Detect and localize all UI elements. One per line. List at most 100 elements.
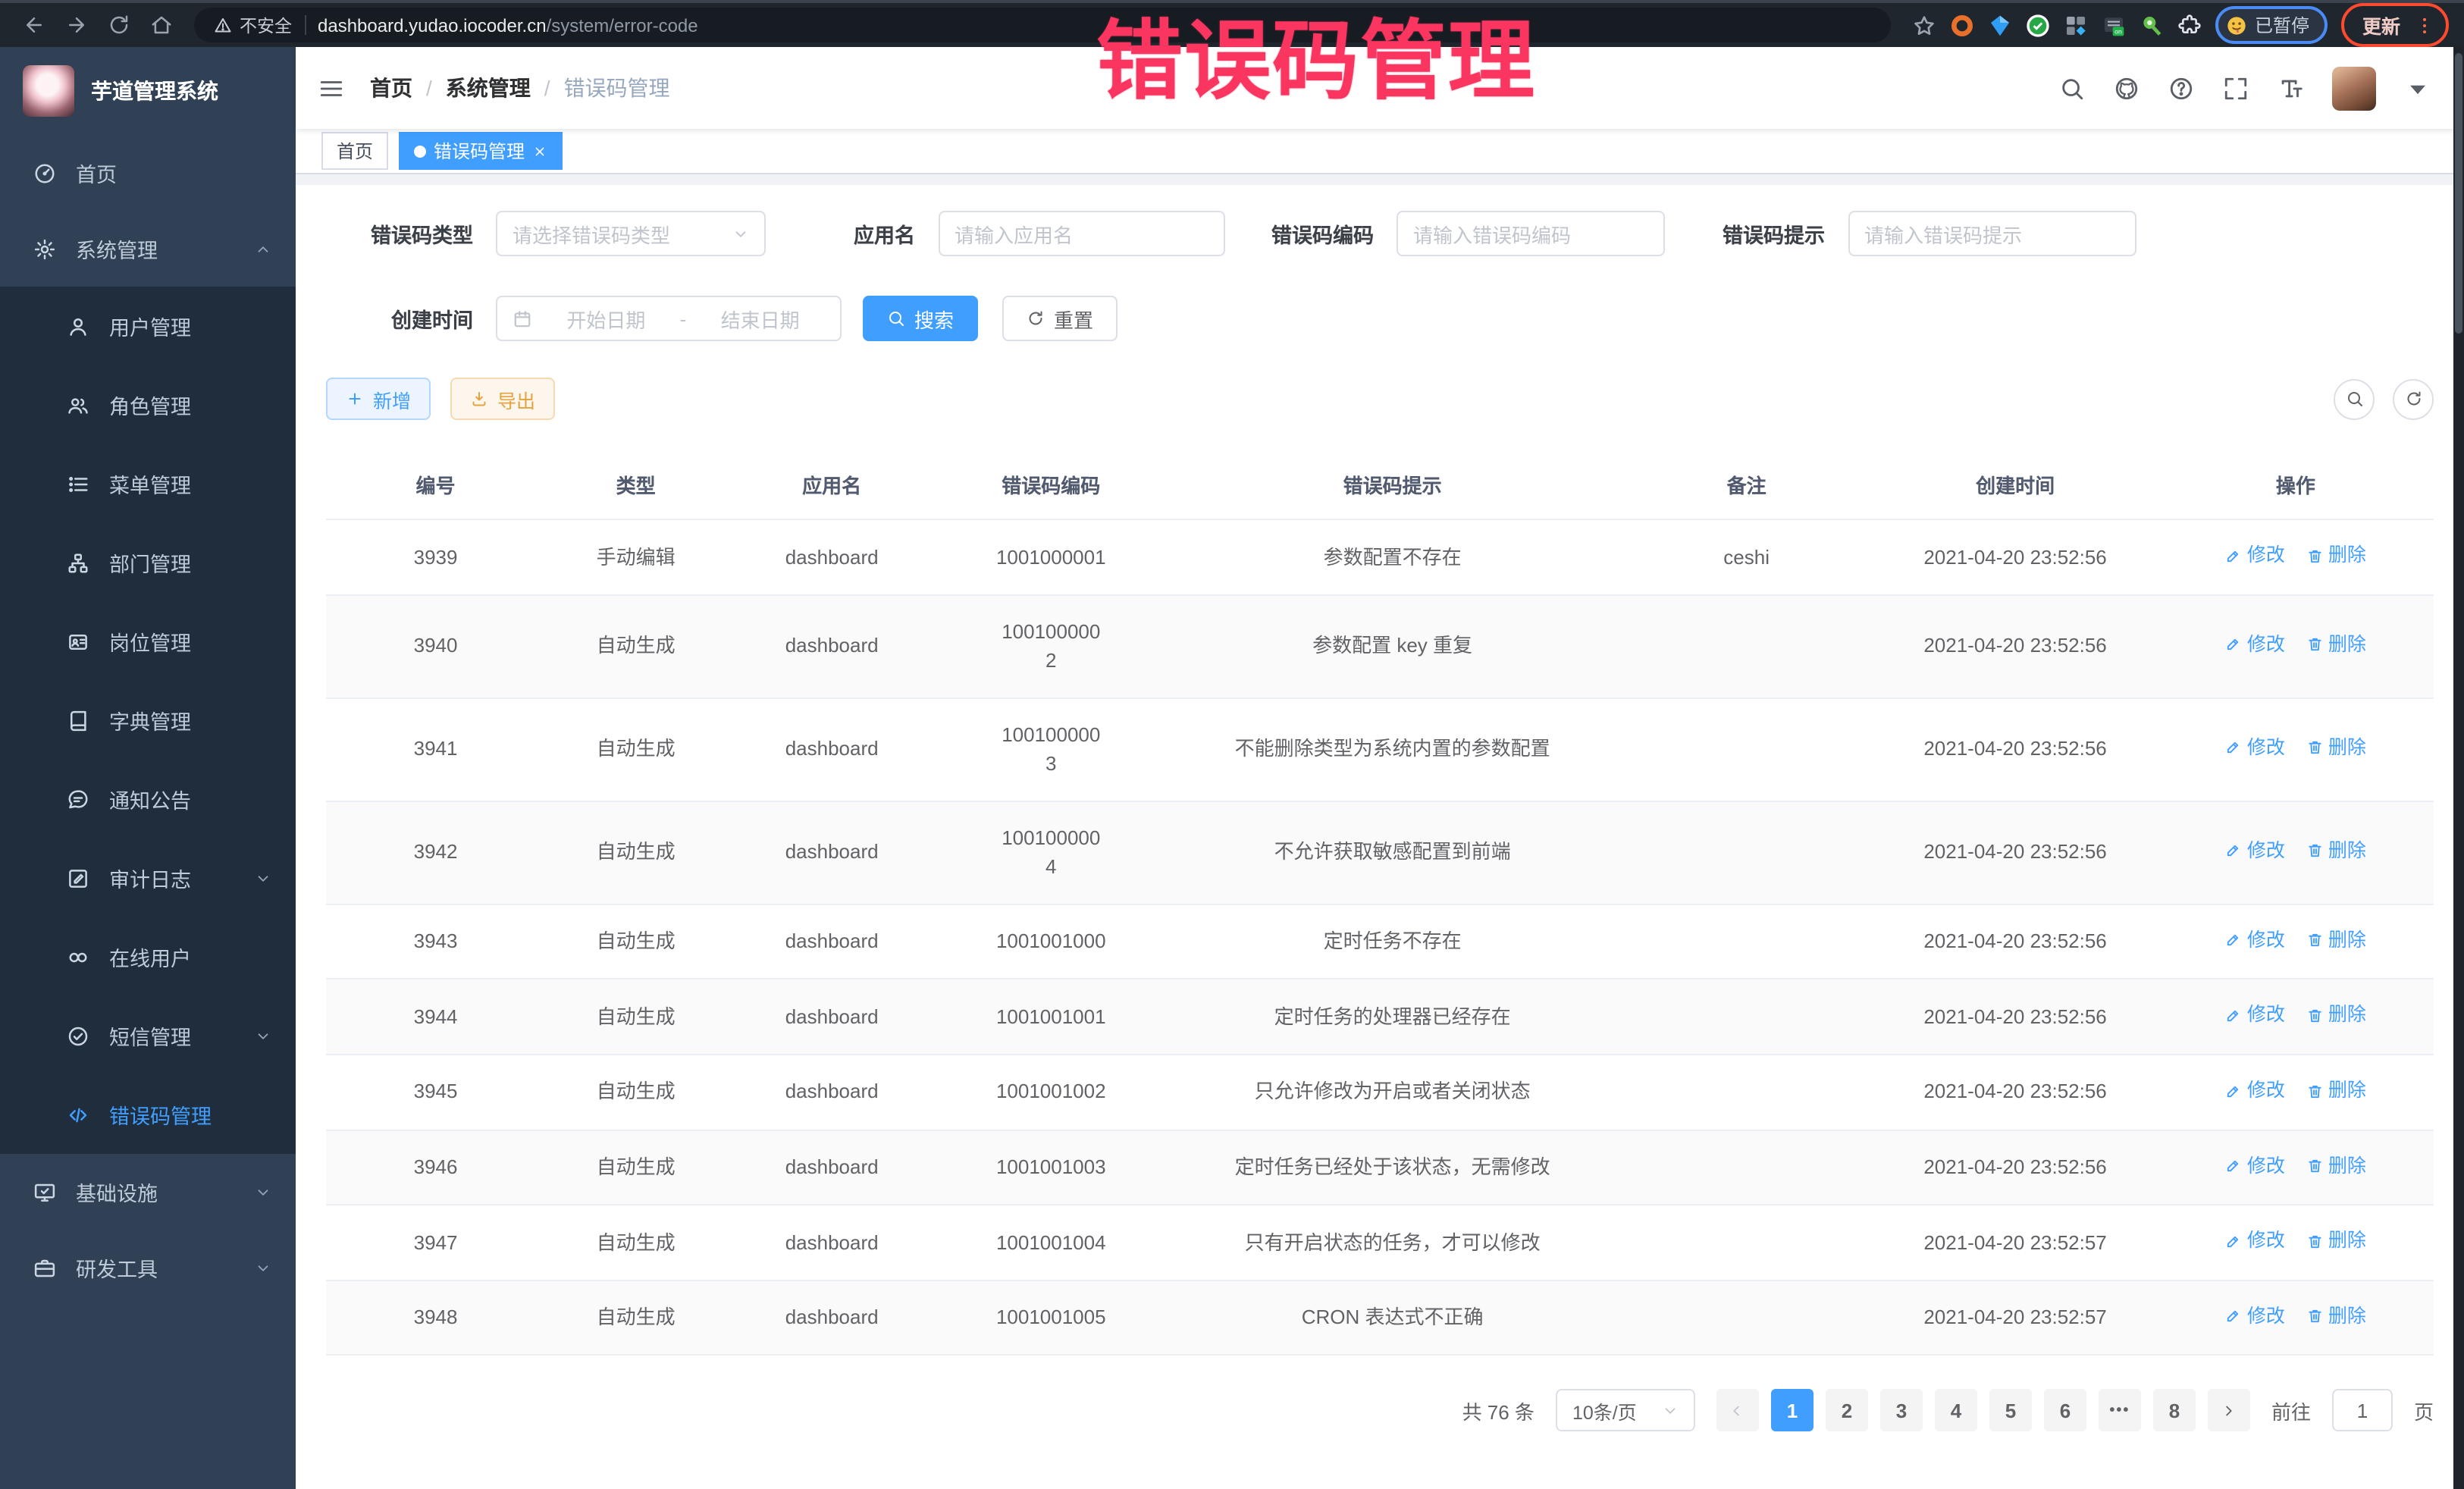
browser-forward-icon[interactable] xyxy=(58,7,94,43)
delete-link[interactable]: 删除 xyxy=(2306,1227,2366,1255)
extension-icon[interactable] xyxy=(2140,13,2164,37)
edit-link[interactable]: 修改 xyxy=(2225,1002,2285,1030)
dashboard-icon xyxy=(33,161,56,184)
extension-icon[interactable]: on xyxy=(2102,13,2126,37)
dropdown-caret-icon[interactable] xyxy=(2405,75,2431,101)
breadcrumb-system[interactable]: 系统管理 xyxy=(446,73,531,103)
edit-link[interactable]: 修改 xyxy=(2225,1227,2285,1255)
page-size-select[interactable]: 10条/页 xyxy=(1556,1390,1695,1432)
pager: 123456 ••• 8 xyxy=(1716,1390,2250,1432)
delete-link[interactable]: 删除 xyxy=(2306,926,2366,955)
refresh-table-button[interactable] xyxy=(2393,378,2434,419)
page-ellipsis-button[interactable]: ••• xyxy=(2099,1390,2141,1432)
toggle-search-button[interactable] xyxy=(2334,378,2375,419)
sidebar-item-online-user[interactable]: 在线用户 xyxy=(0,917,296,996)
font-size-icon[interactable] xyxy=(2277,75,2303,101)
edit-link[interactable]: 修改 xyxy=(2225,734,2285,763)
sms-icon xyxy=(67,1024,89,1047)
browser-back-icon[interactable] xyxy=(15,7,52,43)
end-date-placeholder: 结束日期 xyxy=(695,304,825,333)
close-icon[interactable] xyxy=(532,143,547,158)
hamburger-icon[interactable] xyxy=(318,75,344,101)
extensions-puzzle-icon[interactable] xyxy=(2177,13,2202,37)
sidebar-item-users[interactable]: 角色管理 xyxy=(0,365,296,444)
edit-link[interactable]: 修改 xyxy=(2225,1152,2285,1180)
delete-link[interactable]: 删除 xyxy=(2306,734,2366,763)
search-icon[interactable] xyxy=(2059,75,2085,101)
page-button[interactable]: 6 xyxy=(2044,1390,2086,1432)
sidebar-item-dashboard[interactable]: 首页 xyxy=(0,135,296,211)
reset-button[interactable]: 重置 xyxy=(1002,296,1118,341)
app-logo[interactable]: 芋道管理系统 xyxy=(0,47,296,135)
cell-msg: 参数配置 key 重复 xyxy=(1165,594,1619,697)
user-avatar[interactable] xyxy=(2332,66,2376,110)
sidebar-item-gear[interactable]: 系统管理 xyxy=(0,211,296,287)
page-button[interactable]: 5 xyxy=(1989,1390,2032,1432)
delete-link[interactable]: 删除 xyxy=(2306,1002,2366,1030)
edit-link[interactable]: 修改 xyxy=(2225,541,2285,570)
delete-link[interactable]: 删除 xyxy=(2306,837,2366,866)
sidebar-item-code[interactable]: 错误码管理 xyxy=(0,1075,296,1154)
page-button[interactable]: 3 xyxy=(1880,1390,1923,1432)
page-button[interactable]: 8 xyxy=(2153,1390,2196,1432)
goto-label: 前往 xyxy=(2271,1397,2311,1425)
sidebar-item-audit-log[interactable]: 审计日志 xyxy=(0,839,296,917)
fullscreen-icon[interactable] xyxy=(2223,75,2249,101)
bookmark-star-icon[interactable] xyxy=(1912,13,1936,37)
export-button[interactable]: 导出 xyxy=(450,378,555,420)
sidebar-item-menu-list[interactable]: 菜单管理 xyxy=(0,444,296,523)
sidebar-item-announcement[interactable]: 通知公告 xyxy=(0,760,296,839)
next-page-button[interactable] xyxy=(2208,1390,2250,1432)
delete-link[interactable]: 删除 xyxy=(2306,1077,2366,1105)
search-button[interactable]: 搜索 xyxy=(863,296,978,341)
extension-icon[interactable] xyxy=(2064,13,2088,37)
error-message-input[interactable]: 请输入错误码提示 xyxy=(1848,211,2136,256)
sidebar-item-user[interactable]: 用户管理 xyxy=(0,287,296,365)
prev-page-button[interactable] xyxy=(1716,1390,1759,1432)
paused-extension-badge[interactable]: 已暂停 xyxy=(2215,6,2328,44)
delete-link[interactable]: 删除 xyxy=(2306,1302,2366,1331)
delete-link[interactable]: 删除 xyxy=(2306,1152,2366,1180)
security-warning[interactable]: 不安全 xyxy=(214,13,292,37)
sidebar-item-dev-tools[interactable]: 研发工具 xyxy=(0,1230,296,1306)
error-type-select[interactable]: 请选择错误码类型 xyxy=(496,211,766,256)
refresh-icon xyxy=(2404,390,2422,408)
page-button[interactable]: 4 xyxy=(1935,1390,1977,1432)
edit-link[interactable]: 修改 xyxy=(2225,1077,2285,1105)
tab-home[interactable]: 首页 xyxy=(321,132,388,170)
browser-menu-dots-icon[interactable] xyxy=(2414,14,2435,36)
sidebar-item-sms[interactable]: 短信管理 xyxy=(0,996,296,1075)
browser-update-button[interactable]: 更新 xyxy=(2341,3,2449,47)
breadcrumb-home[interactable]: 首页 xyxy=(370,73,412,103)
extension-icon[interactable] xyxy=(1988,13,2012,37)
edit-link[interactable]: 修改 xyxy=(2225,837,2285,866)
browser-reload-icon[interactable] xyxy=(100,7,136,43)
add-button[interactable]: 新增 xyxy=(326,378,431,420)
extension-icon[interactable] xyxy=(1950,13,1974,37)
date-range-picker[interactable]: 开始日期 - 结束日期 xyxy=(496,296,842,341)
sidebar-item-org-tree[interactable]: 部门管理 xyxy=(0,523,296,602)
delete-link[interactable]: 删除 xyxy=(2306,541,2366,570)
edit-link[interactable]: 修改 xyxy=(2225,1302,2285,1331)
browser-home-icon[interactable] xyxy=(143,7,179,43)
sidebar-item-label: 用户管理 xyxy=(109,311,191,341)
page-button[interactable]: 1 xyxy=(1771,1390,1814,1432)
page-button[interactable]: 2 xyxy=(1826,1390,1868,1432)
error-code-input[interactable]: 请输入错误码编码 xyxy=(1397,211,1665,256)
tab-error-code[interactable]: 错误码管理 xyxy=(399,132,563,170)
update-button-label: 更新 xyxy=(2362,11,2400,39)
extension-icon[interactable] xyxy=(2026,13,2050,37)
goto-page-input[interactable]: 1 xyxy=(2332,1390,2393,1432)
edit-link[interactable]: 修改 xyxy=(2225,926,2285,955)
delete-link[interactable]: 删除 xyxy=(2306,631,2366,660)
address-bar[interactable]: 不安全 dashboard.yudao.iocoder.cn/system/er… xyxy=(194,8,1891,42)
sidebar-item-badge[interactable]: 岗位管理 xyxy=(0,602,296,681)
sidebar-item-infrastructure[interactable]: 基础设施 xyxy=(0,1154,296,1230)
sidebar-item-dictionary[interactable]: 字典管理 xyxy=(0,681,296,760)
github-icon[interactable] xyxy=(2114,75,2140,101)
edit-link[interactable]: 修改 xyxy=(2225,631,2285,660)
scrollbar-thumb[interactable] xyxy=(2455,53,2462,334)
app-name-input[interactable]: 请输入应用名 xyxy=(938,211,1224,256)
browser-scrollbar[interactable] xyxy=(2453,47,2464,1489)
help-icon[interactable] xyxy=(2168,75,2194,101)
